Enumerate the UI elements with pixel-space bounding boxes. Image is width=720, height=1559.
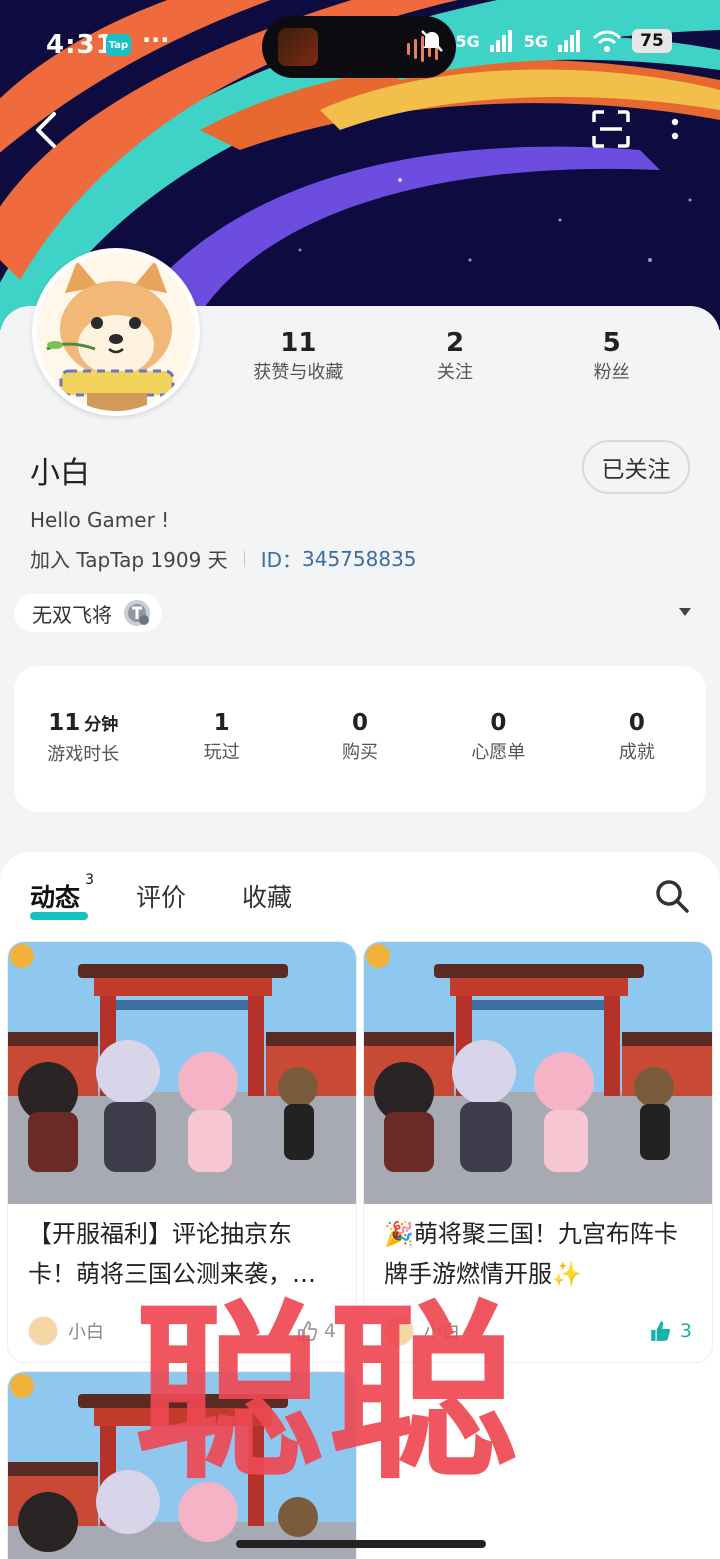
- play-stat-purchased[interactable]: 0 购买: [291, 708, 429, 812]
- stat-likes[interactable]: 11 获赞与收藏: [220, 326, 377, 386]
- played-value: 1: [213, 710, 230, 736]
- wishlist-value: 0: [490, 710, 507, 736]
- user-avatar[interactable]: [32, 248, 200, 416]
- feed-tabs: 动态 3 评价 收藏: [30, 872, 292, 914]
- join-duration: 加入 TapTap 1909 天: [30, 548, 228, 572]
- post-author: 小白: [68, 1322, 104, 1343]
- thumbs-up-filled-icon: [651, 1321, 670, 1341]
- play-stat-played[interactable]: 1 玩过: [152, 708, 290, 812]
- playtime-label: 游戏时长: [47, 744, 120, 765]
- post-title: 【开服福利】评论抽京东卡！萌将三国公测来袭，…: [28, 1220, 316, 1288]
- profile-screen: 4:31 Tap ··· 5G 5G 75 11 获赞与收藏 2 关注 5 粉丝…: [0, 0, 720, 1559]
- post-like-count: 3: [679, 1320, 692, 1342]
- meta-divider: [243, 550, 245, 567]
- game-badge-icon: [124, 600, 150, 626]
- stat-likes-label: 获赞与收藏: [253, 362, 344, 383]
- battery-indicator: 75: [632, 29, 672, 53]
- purchased-value: 0: [352, 710, 369, 736]
- stat-following-label: 关注: [437, 362, 473, 383]
- stat-following[interactable]: 2 关注: [377, 326, 534, 386]
- stat-likes-value: 11: [280, 328, 317, 358]
- tab-favorites[interactable]: 收藏: [242, 878, 292, 914]
- user-id-label: ID：: [260, 548, 302, 572]
- game-tag-chip[interactable]: 无双飞将: [14, 594, 162, 632]
- played-label: 玩过: [203, 742, 240, 763]
- active-tab-indicator: [30, 912, 88, 920]
- achievements-value: 0: [628, 710, 645, 736]
- more-notifications-indicator: ···: [142, 26, 170, 54]
- taptap-notification-icon: Tap: [106, 34, 131, 56]
- post-title: 🎉萌将聚三国！九宫布阵卡牌手游燃情开服✨: [384, 1220, 678, 1288]
- network-type-2: 5G: [523, 31, 548, 51]
- user-id-value[interactable]: 345758835: [302, 547, 417, 571]
- stat-fans[interactable]: 5 粉丝: [533, 326, 690, 386]
- tab-posts-label: 动态: [30, 883, 81, 912]
- play-stat-wishlist[interactable]: 0 心愿单: [429, 708, 567, 812]
- author-avatar: [28, 1316, 58, 1346]
- user-meta: 加入 TapTap 1909 天 ID： 345758835: [30, 544, 417, 573]
- follow-button[interactable]: 已关注: [582, 440, 690, 494]
- stat-fans-label: 粉丝: [593, 362, 630, 383]
- user-name: 小白: [30, 456, 90, 491]
- post-cover-image: [8, 942, 356, 1204]
- back-arrow-icon[interactable]: [28, 108, 64, 152]
- social-stats: 11 获赞与收藏 2 关注 5 粉丝: [220, 326, 690, 386]
- media-thumbnail: [278, 28, 318, 66]
- post-like-button[interactable]: 3: [648, 1319, 692, 1343]
- signal-icon-2: [558, 30, 580, 52]
- chevron-down-icon[interactable]: [678, 606, 692, 618]
- game-stats-card: 11 分钟 游戏时长 1 玩过 0 购买 0 心愿单 0 成就: [14, 666, 706, 812]
- more-menu-icon[interactable]: [660, 108, 690, 150]
- game-tag-label: 无双飞将: [32, 602, 112, 627]
- wishlist-label: 心愿单: [471, 742, 526, 763]
- play-stat-playtime[interactable]: 11 分钟 游戏时长: [14, 708, 152, 812]
- signal-icon-1: [489, 30, 512, 52]
- wifi-icon: [592, 30, 622, 52]
- tab-reviews[interactable]: 评价: [136, 878, 186, 914]
- mute-bell-icon: [421, 30, 444, 52]
- status-time: 4:31: [46, 30, 115, 60]
- playtime-unit: 分钟: [84, 715, 119, 735]
- search-icon[interactable]: [654, 878, 690, 914]
- tab-posts-count: 3: [85, 872, 95, 888]
- play-stat-achievements[interactable]: 0 成就: [568, 708, 706, 812]
- status-bar: 4:31 Tap ··· 5G 5G 75: [0, 0, 720, 92]
- scan-icon[interactable]: [590, 108, 632, 150]
- stat-fans-value: 5: [602, 328, 621, 358]
- network-type-1: 5G: [455, 31, 480, 51]
- post-cover-image: [364, 942, 712, 1204]
- home-indicator[interactable]: [236, 1540, 486, 1548]
- status-icons: 5G 5G 75: [419, 28, 672, 54]
- watermark-text: 聪聪: [134, 1284, 523, 1505]
- playtime-value: 11: [48, 710, 81, 736]
- achievements-label: 成就: [618, 742, 655, 763]
- purchased-label: 购买: [342, 742, 379, 763]
- user-bio: Hello Gamer !: [30, 508, 170, 532]
- tab-posts[interactable]: 动态 3: [30, 872, 94, 914]
- stat-following-value: 2: [445, 328, 465, 358]
